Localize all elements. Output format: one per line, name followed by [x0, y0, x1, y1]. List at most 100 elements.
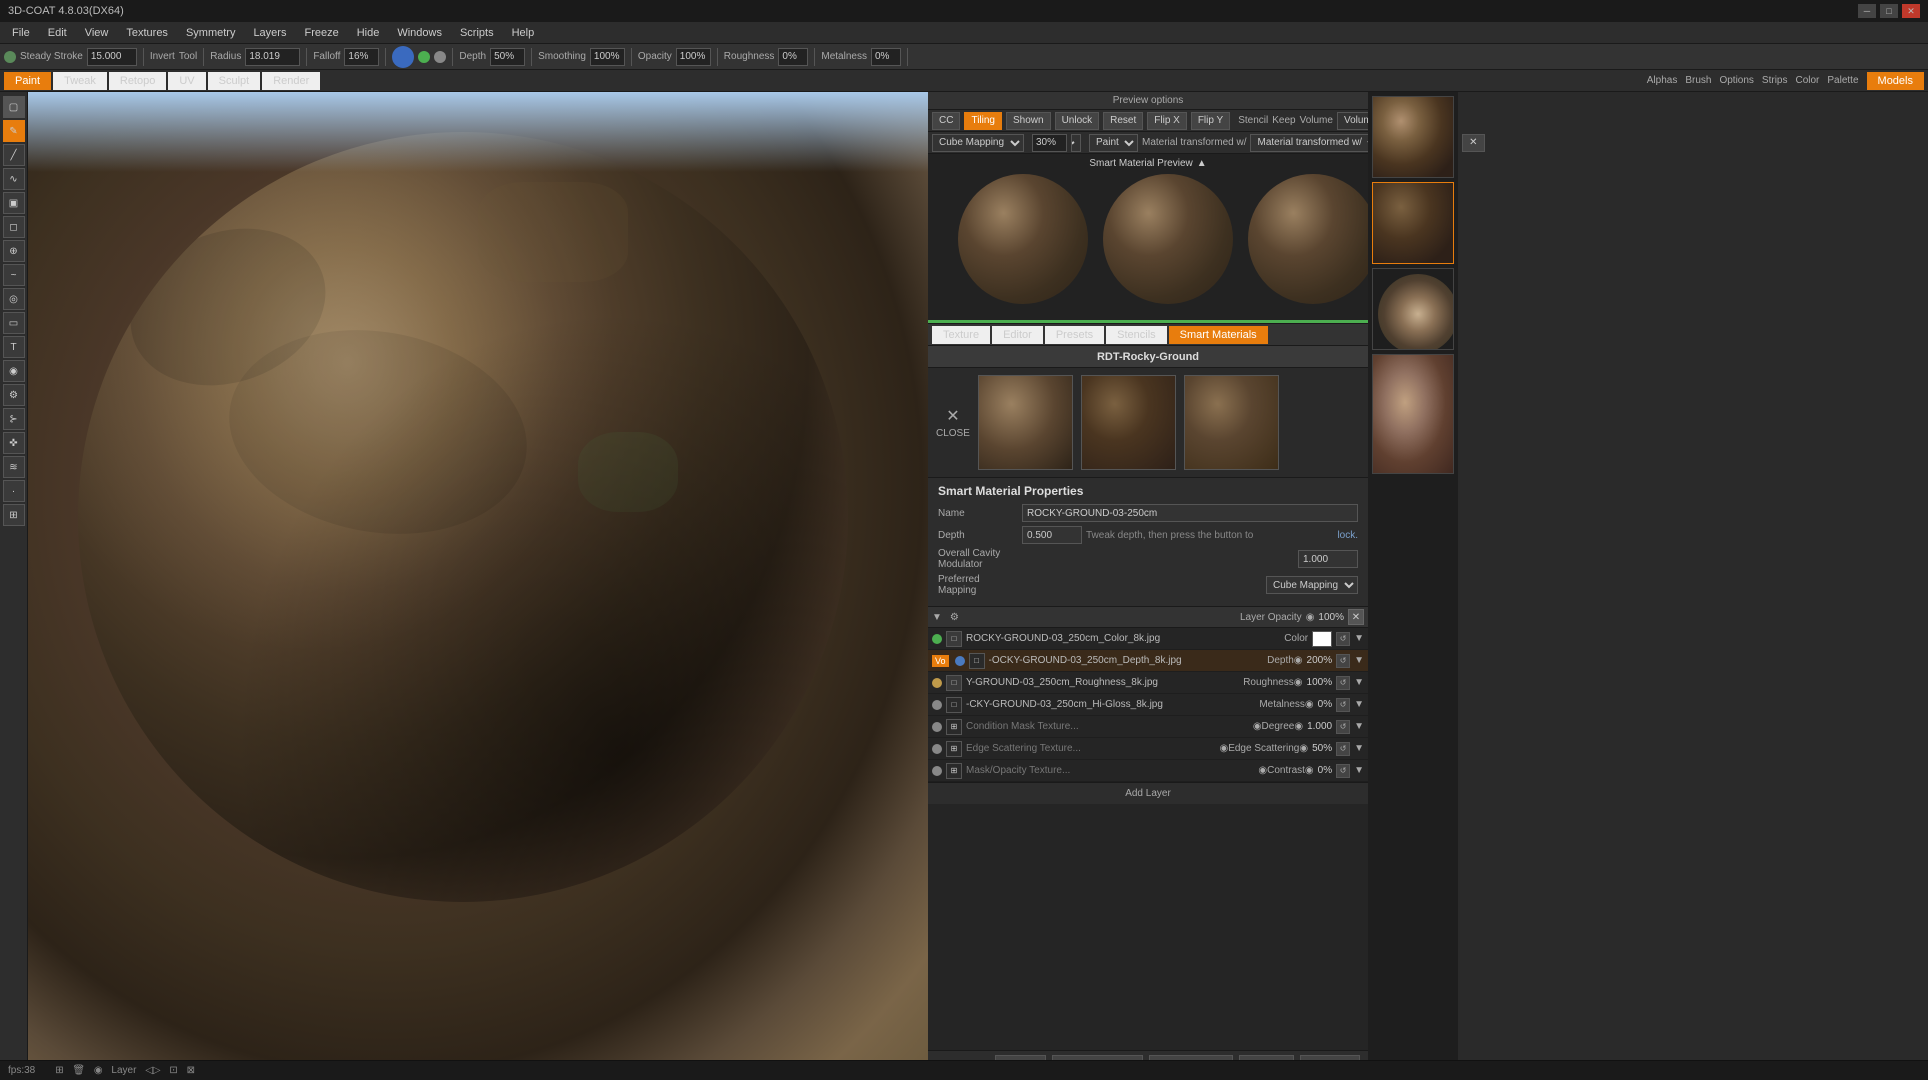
tool-text[interactable]: T	[3, 336, 25, 358]
tool-grid[interactable]: ⊞	[3, 504, 25, 526]
tool-eye[interactable]: ◉	[3, 360, 25, 382]
bottom-icon-2[interactable]: 🗑	[72, 1065, 85, 1076]
viewport[interactable]	[28, 92, 928, 1080]
tab-uv[interactable]: UV	[168, 72, 205, 90]
reset-btn[interactable]: Reset	[1103, 112, 1143, 130]
close-button-area[interactable]: ✕ CLOSE	[936, 406, 970, 439]
color-dot[interactable]	[392, 46, 414, 68]
tab-models[interactable]: Models	[1867, 72, 1924, 90]
unlock-btn[interactable]: Unlock	[1055, 112, 1100, 130]
layer-row-condition[interactable]: ⊞ Condition Mask Texture... ◉Degree◉ 1.0…	[928, 716, 1368, 738]
layer-reset-4[interactable]: ↺	[1336, 698, 1350, 712]
tool-wave[interactable]: ≋	[3, 456, 25, 478]
tool-rect[interactable]: ▭	[3, 312, 25, 334]
preview-sphere-1[interactable]	[958, 174, 1088, 304]
metalness-input[interactable]	[871, 48, 901, 66]
thumb-1[interactable]	[1372, 96, 1454, 178]
depth-input[interactable]	[490, 48, 525, 66]
layer-row-depth[interactable]: Vo □ -OCKY-GROUND-03_250cm_Depth_8k.jpg …	[928, 650, 1368, 672]
tab-render[interactable]: Render	[262, 72, 320, 90]
color-swatch-1[interactable]	[1312, 631, 1332, 647]
tab-tweak[interactable]: Tweak	[53, 72, 107, 90]
radius-input[interactable]	[245, 48, 300, 66]
thumb-3[interactable]	[1372, 268, 1454, 350]
thumb-2[interactable]	[1372, 182, 1454, 264]
tool-move[interactable]: ✜	[3, 432, 25, 454]
thumb-4[interactable]	[1372, 354, 1454, 474]
menu-textures[interactable]: Textures	[118, 25, 176, 41]
material-select[interactable]: Material transformed w/	[1250, 134, 1381, 152]
tool-clone[interactable]: ⊕	[3, 240, 25, 262]
tool-curve[interactable]: ∿	[3, 168, 25, 190]
tool-paint[interactable]: ✎	[3, 120, 25, 142]
cc-btn[interactable]: CC	[932, 112, 960, 130]
tool-select[interactable]: ▢	[3, 96, 25, 118]
menu-file[interactable]: File	[4, 25, 38, 41]
menu-scripts[interactable]: Scripts	[452, 25, 502, 41]
paint-select[interactable]: Paint	[1089, 134, 1138, 152]
tool-pin[interactable]: ⊱	[3, 408, 25, 430]
percent-arrow[interactable]	[1071, 134, 1081, 152]
layer-reset-5[interactable]: ↺	[1336, 720, 1350, 734]
tool-gear[interactable]: ⚙	[3, 384, 25, 406]
opacity-input[interactable]	[676, 48, 711, 66]
tab-retopo[interactable]: Retopo	[109, 72, 166, 90]
tool-fill[interactable]: ▣	[3, 192, 25, 214]
preferred-select[interactable]: Cube Mapping	[1266, 576, 1358, 594]
menu-hide[interactable]: Hide	[349, 25, 388, 41]
nav-x[interactable]: ✕	[1462, 134, 1484, 152]
stroke-input[interactable]	[87, 48, 137, 66]
bottom-icon-1[interactable]: ⊞	[55, 1065, 63, 1076]
preview-sphere-3[interactable]	[1248, 174, 1368, 304]
preview-sphere-2[interactable]	[1103, 174, 1233, 304]
cube-mapping-select[interactable]: Cube Mapping	[932, 134, 1024, 152]
layer-reset-2[interactable]: ↺	[1336, 654, 1350, 668]
tiling-btn[interactable]: Tiling	[964, 112, 1002, 130]
layer-row-color[interactable]: □ ROCKY-GROUND-03_250cm_Color_8k.jpg Col…	[928, 628, 1368, 650]
layer-reset-6[interactable]: ↺	[1336, 742, 1350, 756]
tab-presets[interactable]: Presets	[1045, 326, 1104, 344]
name-input[interactable]	[1022, 504, 1358, 522]
close-icon[interactable]: ✕	[946, 406, 959, 426]
bottom-icon-3[interactable]: ◉	[94, 1065, 103, 1076]
bottom-icon-7[interactable]: ⊠	[187, 1065, 195, 1076]
tool-eraser[interactable]: ◻	[3, 216, 25, 238]
menu-symmetry[interactable]: Symmetry	[178, 25, 244, 41]
falloff-input[interactable]	[344, 48, 379, 66]
tab-stencils[interactable]: Stencils	[1106, 326, 1167, 344]
layer-row-roughness[interactable]: □ Y-GROUND-03_250cm_Roughness_8k.jpg Rou…	[928, 672, 1368, 694]
tool-dot[interactable]: ·	[3, 480, 25, 502]
menu-freeze[interactable]: Freeze	[296, 25, 346, 41]
bottom-icon-5[interactable]: ◁▷	[145, 1065, 160, 1076]
add-layer-row[interactable]: Add Layer	[928, 782, 1368, 804]
layer-reset-1[interactable]: ↺	[1336, 632, 1350, 646]
roughness-input[interactable]	[778, 48, 808, 66]
bottom-icon-4[interactable]: Layer	[111, 1065, 136, 1076]
close-button[interactable]: ✕	[1902, 4, 1920, 18]
flip-y-btn[interactable]: Flip Y	[1191, 112, 1230, 130]
mapping-percent[interactable]	[1032, 134, 1067, 152]
overall-input[interactable]	[1298, 550, 1358, 568]
depth-lock-link[interactable]: lock.	[1337, 530, 1358, 541]
minimize-button[interactable]: ─	[1858, 4, 1876, 18]
depth-input[interactable]	[1022, 526, 1082, 544]
tool-line[interactable]: ╱	[3, 144, 25, 166]
menu-edit[interactable]: Edit	[40, 25, 75, 41]
mat-thumb-2[interactable]	[1081, 375, 1176, 470]
menu-view[interactable]: View	[77, 25, 117, 41]
menu-windows[interactable]: Windows	[389, 25, 450, 41]
bottom-icon-6[interactable]: ⊡	[169, 1065, 177, 1076]
tab-editor[interactable]: Editor	[992, 326, 1043, 344]
layer-row-mask[interactable]: ⊞ Mask/Opacity Texture... ◉Contrast◉ 0% …	[928, 760, 1368, 782]
menu-layers[interactable]: Layers	[245, 25, 294, 41]
tool-blur[interactable]: ◎	[3, 288, 25, 310]
tab-smart-materials[interactable]: Smart Materials	[1169, 326, 1268, 344]
flip-x-btn[interactable]: Flip X	[1147, 112, 1187, 130]
shown-btn[interactable]: Shown	[1006, 112, 1051, 130]
layer-reset-3[interactable]: ↺	[1336, 676, 1350, 690]
mat-thumb-3[interactable]	[1184, 375, 1279, 470]
tab-texture[interactable]: Texture	[932, 326, 990, 344]
menu-help[interactable]: Help	[504, 25, 543, 41]
mat-thumb-1[interactable]	[978, 375, 1073, 470]
layer-row-edge[interactable]: ⊞ Edge Scattering Texture... ◉Edge Scatt…	[928, 738, 1368, 760]
